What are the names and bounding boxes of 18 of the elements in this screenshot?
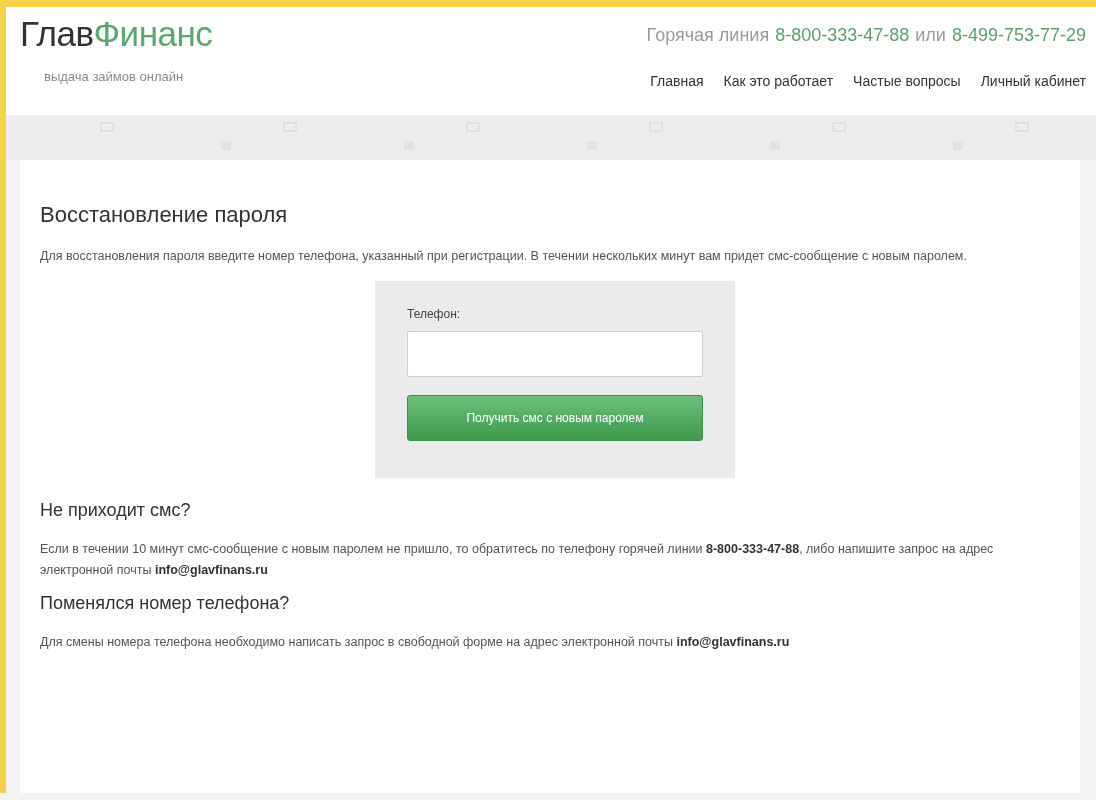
field-label: Телефон: [407, 307, 462, 321]
logo[interactable]: ГлавФинанс [20, 13, 213, 55]
nav-link[interactable]: Главная [650, 73, 704, 89]
section-text: Для смены номера телефона необходимо написать запрос в свободной форме на адрес электронной почты info@glavfinans.ru [40, 634, 791, 651]
section-heading: Не приходит смс? [40, 500, 192, 521]
phone-number: 8-499-753-77-29 [951, 25, 1086, 46]
hotline-label: Горячая линия [646, 25, 770, 46]
phone-number: 8-800-333-47-88 [775, 25, 910, 46]
section-text: Если в течении 10 минут смс-сообщение с новым паролем не пришло, то обратитесь по телефону горячей линии 8-800-333-47-88, либо напишите запрос на адрес электронной почты info@glavfinans.ru [40, 541, 995, 579]
nav-link[interactable]: Как это работает [723, 73, 834, 89]
nav-link[interactable]: Личный кабинет [980, 73, 1086, 89]
page-title: Восстановление пароля [40, 202, 289, 228]
tagline: выдача займов онлайн [44, 69, 185, 84]
section-heading: Поменялся номер телефона? [40, 593, 291, 614]
nav-link[interactable]: Частые вопросы [853, 73, 961, 89]
phone-input[interactable] [407, 331, 703, 377]
hotline-text: или [915, 25, 946, 46]
instruction-text: Для восстановления пароля введите номер телефона, указанный при регистрации. В течении нескольких минут вам придет смс-сообщение с новым паролем. [40, 248, 968, 265]
